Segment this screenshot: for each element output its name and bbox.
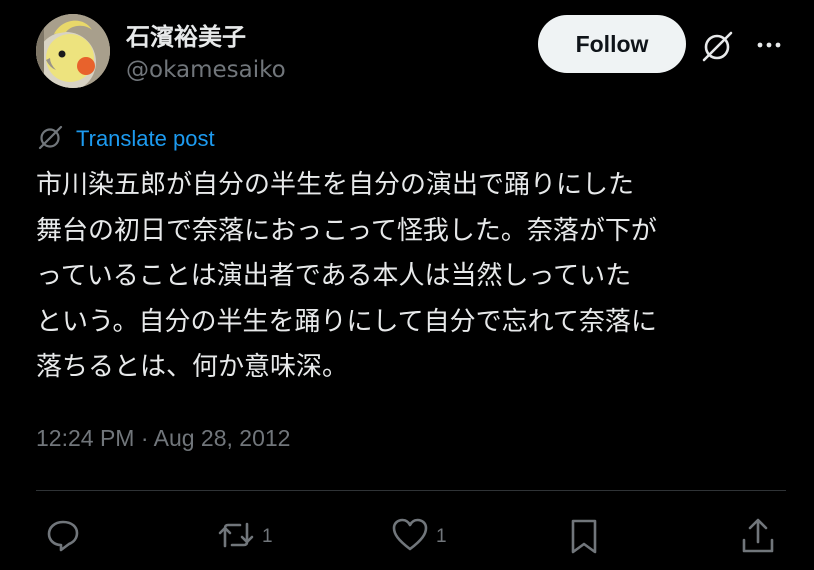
- translate-post-label: Translate post: [76, 126, 215, 151]
- follow-button[interactable]: Follow: [538, 15, 686, 73]
- post-text-line: 舞台の初日で奈落におっこって怪我した。奈落が下が: [36, 215, 657, 246]
- post-text-line: っていることは演出者である本人は当然しっていた: [36, 261, 632, 291]
- reply-icon: [44, 516, 82, 558]
- post-timestamp[interactable]: 12:24 PM · Aug 28, 2012: [36, 425, 290, 452]
- more-dots-icon[interactable]: [752, 30, 786, 60]
- avatar[interactable]: [36, 14, 110, 88]
- translate-post-link[interactable]: Translate post: [36, 122, 215, 156]
- share-button[interactable]: [738, 516, 778, 560]
- post-text: 市川染五郎が自分の半生を自分の演出で踊りにした 舞台の初日で奈落におっこって怪我…: [36, 163, 796, 391]
- post-text-line: 市川染五郎が自分の半生を自分の演出で踊りにした: [36, 170, 635, 200]
- post-text-line: という。自分の半生を踊りにして自分で忘れて奈落に: [36, 306, 657, 337]
- repost-button[interactable]: 1: [216, 516, 273, 558]
- repost-count: 1: [262, 526, 273, 547]
- author-handle[interactable]: @okamesaiko: [126, 57, 286, 83]
- like-button[interactable]: 1: [390, 516, 447, 558]
- author-display-name[interactable]: 石濱裕美子: [126, 17, 246, 52]
- bookmark-button[interactable]: [564, 516, 604, 560]
- post-text-line: 落ちるとは、何か意味深。: [36, 352, 349, 382]
- grok-icon: [36, 122, 66, 156]
- cockatiel-avatar: [36, 14, 110, 88]
- divider: [36, 490, 786, 491]
- like-count: 1: [436, 526, 447, 547]
- heart-icon: [390, 516, 430, 558]
- grok-icon[interactable]: [698, 26, 738, 66]
- repost-icon: [216, 516, 256, 558]
- share-icon: [738, 516, 778, 560]
- bookmark-icon: [564, 516, 604, 560]
- reply-button[interactable]: [44, 516, 82, 558]
